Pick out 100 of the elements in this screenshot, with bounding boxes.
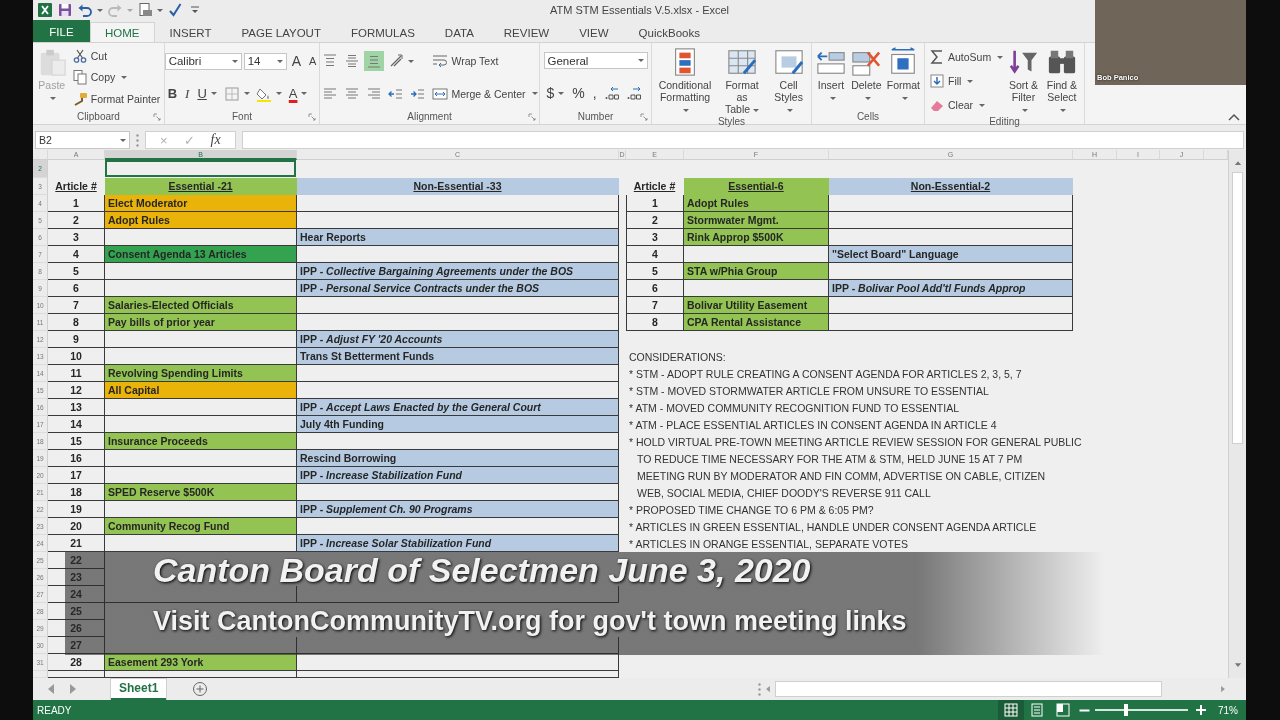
note-text: CONSIDERATIONS: bbox=[628, 349, 727, 365]
insert-button[interactable]: Insert bbox=[815, 46, 847, 109]
page-icon bbox=[1029, 702, 1045, 718]
insert-function-button[interactable]: fx bbox=[210, 132, 221, 148]
table-cell: Trans St Betterment Funds bbox=[297, 348, 619, 365]
delete-button[interactable]: Delete bbox=[850, 46, 883, 109]
ribbon-tab[interactable]: QuickBooks bbox=[623, 22, 715, 42]
undo-icon bbox=[77, 2, 93, 18]
app-logo-button[interactable] bbox=[37, 2, 53, 18]
clear-button[interactable]: Clear bbox=[928, 96, 1005, 114]
formula-input[interactable] bbox=[241, 131, 1244, 149]
bottom-align-button[interactable] bbox=[364, 51, 385, 72]
copy-button[interactable]: Copy bbox=[70, 68, 162, 87]
italic-button[interactable]: I bbox=[182, 83, 193, 104]
wrap-text-icon bbox=[432, 53, 449, 70]
ribbon-tab[interactable]: REVIEW bbox=[488, 22, 565, 42]
cell-styles-button[interactable]: Cell Styles bbox=[769, 46, 808, 116]
cut-button[interactable]: Cut bbox=[70, 46, 162, 65]
print-preview-button[interactable] bbox=[137, 2, 163, 18]
table-cell: 10 bbox=[48, 348, 105, 365]
merge-center-button[interactable]: Merge & Center bbox=[431, 84, 539, 103]
group-label: Font bbox=[232, 111, 252, 122]
table-cell: IPP - Personal Service Contracts under the BOS bbox=[297, 280, 619, 297]
table-cell: Bolivar Utility Easement bbox=[684, 297, 829, 314]
cell-selection[interactable] bbox=[105, 160, 297, 178]
note-text: * ARTICLES IN GREEN ESSENTIAL, HANDLE UNDER CONSENT AGENDA ARTICLE bbox=[628, 519, 1038, 535]
scroll-thumb[interactable] bbox=[775, 681, 1162, 697]
corner-cell[interactable] bbox=[33, 150, 48, 160]
dialog-launcher-icon[interactable] bbox=[528, 113, 536, 121]
table-cell: Adopt Rules bbox=[105, 212, 297, 229]
format-button[interactable]: Format bbox=[885, 46, 921, 109]
table-cell: 17 bbox=[48, 467, 105, 484]
find-select-button[interactable]: Find & Select bbox=[1042, 46, 1081, 116]
align-right-icon bbox=[366, 85, 383, 102]
ribbon-tab[interactable]: VIEW bbox=[564, 22, 624, 42]
align-left-icon bbox=[322, 85, 339, 102]
comma-style-button[interactable]: , bbox=[589, 83, 600, 103]
dialog-launcher-icon[interactable] bbox=[308, 113, 316, 121]
table-cell: SPED Reserve $500K bbox=[105, 484, 297, 501]
table-cell: 5 bbox=[48, 263, 105, 280]
shrink-font-button[interactable]: A bbox=[306, 51, 320, 72]
fill-button[interactable]: Fill bbox=[928, 72, 1005, 90]
table-cell: 6 bbox=[48, 280, 105, 297]
dialog-launcher-icon[interactable] bbox=[153, 113, 161, 121]
format-painter-button[interactable]: Format Painter bbox=[70, 90, 162, 109]
align-center-icon bbox=[344, 85, 361, 102]
table-cell: 25 bbox=[48, 603, 105, 620]
underline-button[interactable]: U bbox=[194, 83, 220, 104]
table-icon bbox=[727, 47, 758, 77]
table-cell: 21 bbox=[48, 535, 105, 552]
ribbon-tab[interactable]: FORMULAS bbox=[335, 22, 430, 42]
table-cell: Hear Reports bbox=[297, 229, 619, 246]
name-box[interactable]: B2 bbox=[35, 131, 130, 149]
column-title: Essential-6 bbox=[684, 178, 829, 195]
autosum-button[interactable]: AutoSum bbox=[928, 48, 1005, 66]
bold-button[interactable]: B bbox=[164, 83, 181, 104]
format-as-table-button[interactable]: Format as Table bbox=[717, 46, 767, 116]
table-cell: 19 bbox=[48, 501, 105, 518]
sort-filter-button[interactable]: Sort & Filter bbox=[1007, 46, 1040, 116]
table-cell: 13 bbox=[48, 399, 105, 416]
sheet-tab[interactable]: Sheet1 bbox=[111, 678, 167, 700]
grow-font-button[interactable]: A bbox=[288, 51, 304, 72]
add-sheet-button[interactable] bbox=[192, 681, 209, 697]
caption-subtitle: Visit CantonCommunityTV.org for gov't town meeting links bbox=[153, 606, 907, 636]
ribbon-tab[interactable]: HOME bbox=[90, 22, 155, 42]
bottom-align-icon bbox=[366, 53, 383, 70]
plus-icon bbox=[192, 681, 209, 697]
spelling-button[interactable] bbox=[167, 2, 183, 18]
wrap-text-button[interactable]: Wrap Text bbox=[431, 52, 539, 71]
table-cell: STA w/Phia Group bbox=[684, 263, 829, 280]
ribbon-tab[interactable]: PAGE LAYOUT bbox=[226, 22, 336, 42]
table-cell: Insurance Proceeds bbox=[105, 433, 297, 450]
ribbon-tab[interactable]: DATA bbox=[429, 22, 489, 42]
font-color-button[interactable]: A bbox=[285, 83, 311, 104]
plus-icon bbox=[1193, 702, 1209, 718]
undo-button[interactable] bbox=[77, 2, 103, 18]
table-cell: 24 bbox=[48, 586, 105, 603]
table-cell: "Select Board" Language bbox=[829, 246, 1073, 263]
file-tab[interactable]: FILE bbox=[33, 20, 90, 42]
table-cell: Salaries-Elected Officials bbox=[105, 297, 297, 314]
number-format-field[interactable]: General bbox=[543, 52, 648, 69]
save-button[interactable] bbox=[57, 2, 73, 18]
fill-down-icon bbox=[929, 73, 945, 89]
decimal-icon bbox=[625, 85, 642, 101]
column-title: Non-Essential -33 bbox=[297, 178, 619, 195]
slider-thumb[interactable] bbox=[1123, 704, 1128, 716]
table-cell: 4 bbox=[626, 246, 684, 263]
conditional-formatting-button[interactable]: Conditional Formatting bbox=[655, 46, 715, 116]
app-logo-icon bbox=[37, 2, 53, 18]
dialog-launcher-icon[interactable] bbox=[640, 113, 648, 121]
scroll-thumb[interactable] bbox=[1232, 172, 1243, 444]
column-title: Essential -21 bbox=[105, 178, 297, 195]
normal-view-button[interactable] bbox=[998, 700, 1024, 720]
font-field[interactable]: Calibri bbox=[164, 52, 242, 70]
table-cell: 14 bbox=[48, 416, 105, 433]
caret-icon bbox=[120, 138, 126, 142]
percent-button[interactable]: % bbox=[569, 83, 588, 103]
ribbon-tab[interactable]: INSERT bbox=[154, 22, 227, 42]
currency-button[interactable]: $ bbox=[543, 83, 568, 103]
font-size-field[interactable]: 14 bbox=[243, 52, 287, 70]
